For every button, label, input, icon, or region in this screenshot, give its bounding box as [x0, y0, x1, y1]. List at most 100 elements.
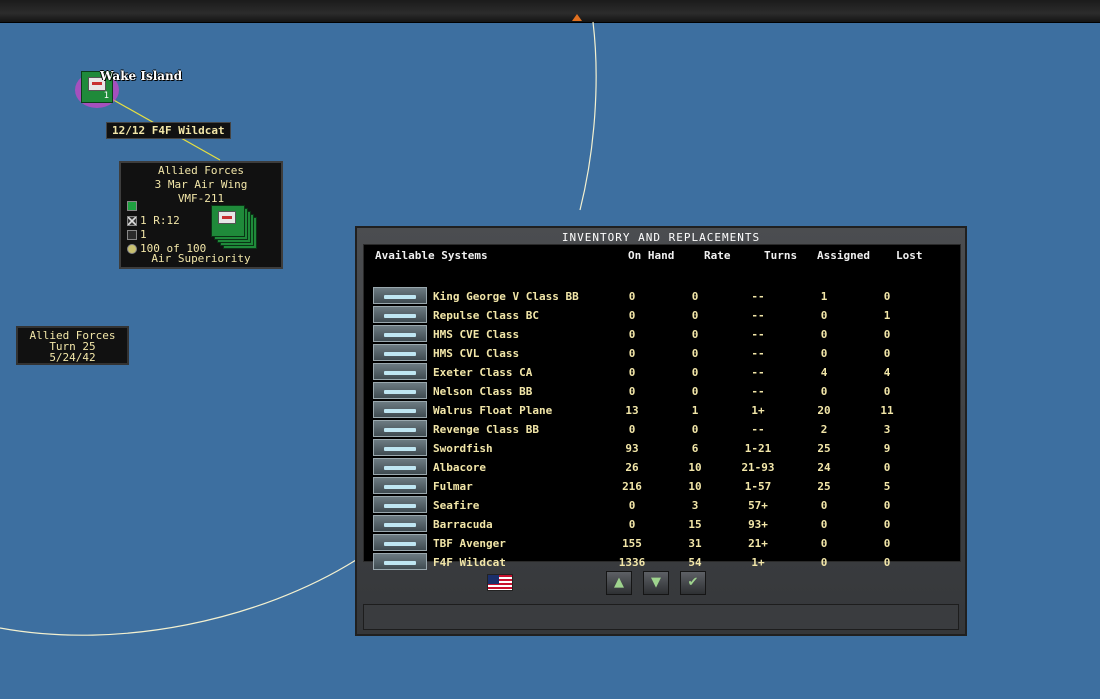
col-header-lost: Lost — [896, 249, 923, 262]
cell-assigned: 0 — [820, 385, 828, 398]
table-row[interactable]: TBF Avenger 155 31 21+ 0 0 — [364, 534, 960, 553]
ship-icon[interactable] — [373, 306, 427, 323]
table-row[interactable]: Nelson Class BB 0 0 -- 0 0 — [364, 382, 960, 401]
cell-rate: 0 — [691, 347, 699, 360]
cell-assigned: 2 — [820, 423, 828, 436]
ship-icon[interactable] — [373, 344, 427, 361]
cell-lost: 0 — [883, 518, 891, 531]
cell-on-hand: 0 — [628, 347, 636, 360]
cell-turns: 21+ — [748, 537, 768, 550]
cell-assigned: 0 — [820, 347, 828, 360]
unit-squadron: VMF-211 — [177, 192, 225, 205]
ship-icon[interactable] — [373, 420, 427, 437]
cell-assigned: 0 — [820, 537, 828, 550]
table-row[interactable]: HMS CVL Class 0 0 -- 0 0 — [364, 344, 960, 363]
plane-icon[interactable] — [373, 534, 427, 551]
cell-lost: 0 — [883, 461, 891, 474]
range-arc-left — [0, 559, 357, 636]
plane-icon[interactable] — [373, 439, 427, 456]
table-row[interactable]: Exeter Class CA 0 0 -- 4 4 — [364, 363, 960, 382]
base-aircraft-label: 12/12 F4F Wildcat — [106, 122, 231, 139]
plane-icon[interactable] — [373, 401, 427, 418]
table-row[interactable]: King George V Class BB 0 0 -- 1 0 — [364, 287, 960, 306]
cell-rate: 3 — [691, 499, 699, 512]
inventory-table: Available Systems On Hand Rate Turns Ass… — [363, 244, 961, 570]
cell-rate: 10 — [688, 461, 702, 474]
cell-turns: 1-21 — [744, 442, 772, 455]
cell-turns: -- — [751, 328, 765, 341]
cell-turns: -- — [751, 347, 765, 360]
status-icon — [127, 201, 137, 211]
turn-date: 5/24/42 — [49, 351, 96, 364]
ship-icon[interactable] — [373, 363, 427, 380]
table-row[interactable]: HMS CVE Class 0 0 -- 0 0 — [364, 325, 960, 344]
table-row[interactable]: Walrus Float Plane 13 1 1+ 20 11 — [364, 401, 960, 420]
ok-button[interactable]: ✔ — [680, 571, 706, 595]
cell-lost: 3 — [883, 423, 891, 436]
system-name: TBF Avenger — [433, 537, 506, 550]
cell-on-hand: 0 — [628, 290, 636, 303]
system-name: Repulse Class BC — [433, 309, 539, 322]
cell-assigned: 0 — [820, 309, 828, 322]
table-row[interactable]: Seafire 0 3 57+ 0 0 — [364, 496, 960, 515]
cell-on-hand: 0 — [628, 518, 636, 531]
table-row[interactable]: Swordfish 93 6 1-21 25 9 — [364, 439, 960, 458]
cell-lost: 0 — [883, 499, 891, 512]
cell-on-hand: 26 — [625, 461, 639, 474]
status-bar — [363, 604, 959, 630]
cell-assigned: 24 — [817, 461, 831, 474]
cell-lost: 0 — [883, 385, 891, 398]
ship-icon[interactable] — [373, 287, 427, 304]
table-row[interactable]: Albacore 26 10 21-93 24 0 — [364, 458, 960, 477]
inventory-dialog: INVENTORY AND REPLACEMENTS Available Sys… — [355, 226, 967, 636]
col-header-on-hand: On Hand — [628, 249, 675, 262]
unit-info-box[interactable]: Allied Forces 3 Mar Air Wing VMF-211 1 R… — [119, 161, 283, 269]
unit-row-1 — [127, 201, 137, 211]
col-header-assigned: Assigned — [817, 249, 870, 262]
cell-assigned: 20 — [817, 404, 831, 417]
ship-icon[interactable] — [373, 382, 427, 399]
unit-row-2: 1 R:12 — [127, 215, 180, 227]
table-row[interactable]: Repulse Class BC 0 0 -- 0 1 — [364, 306, 960, 325]
cell-assigned: 25 — [817, 480, 831, 493]
cell-on-hand: 155 — [622, 537, 642, 550]
base-unit-number: 1 — [103, 91, 109, 101]
cell-rate: 0 — [691, 366, 699, 379]
unit-supply: 1 — [140, 228, 147, 241]
unit-mission: Air Superiority — [151, 252, 251, 265]
unit-strength: 1 R:12 — [140, 214, 180, 227]
us-flag-icon[interactable] — [487, 574, 513, 591]
cell-assigned: 1 — [820, 290, 828, 303]
unit-row-3: 1 — [127, 229, 147, 241]
scroll-down-button[interactable]: ▼ — [643, 571, 669, 595]
table-row[interactable]: Fulmar 216 10 1-57 25 5 — [364, 477, 960, 496]
plane-icon[interactable] — [373, 496, 427, 513]
cell-lost: 9 — [883, 442, 891, 455]
cell-lost: 11 — [880, 404, 894, 417]
cell-turns: 57+ — [748, 499, 768, 512]
scroll-up-button[interactable]: ▲ — [606, 571, 632, 595]
table-row[interactable]: Barracuda 0 15 93+ 0 0 — [364, 515, 960, 534]
cell-rate: 0 — [691, 309, 699, 322]
cell-rate: 10 — [688, 480, 702, 493]
table-row[interactable]: Revenge Class BB 0 0 -- 2 3 — [364, 420, 960, 439]
system-name: Albacore — [433, 461, 486, 474]
plane-icon[interactable] — [373, 477, 427, 494]
cell-rate: 6 — [691, 442, 699, 455]
cell-rate: 0 — [691, 328, 699, 341]
system-name: Nelson Class BB — [433, 385, 533, 398]
plane-icon[interactable] — [373, 515, 427, 532]
cell-on-hand: 0 — [628, 328, 636, 341]
cell-on-hand: 0 — [628, 366, 636, 379]
plane-icon[interactable] — [373, 458, 427, 475]
cell-lost: 0 — [883, 537, 891, 550]
system-name: Walrus Float Plane — [433, 404, 553, 417]
system-name: Revenge Class BB — [433, 423, 539, 436]
unit-name: 3 Mar Air Wing — [154, 178, 248, 191]
system-name: King George V Class BB — [433, 290, 579, 303]
system-name: Seafire — [433, 499, 480, 512]
range-arc-top — [579, 21, 597, 211]
cell-rate: 0 — [691, 385, 699, 398]
unit-side: Allied Forces — [157, 164, 245, 177]
ship-icon[interactable] — [373, 325, 427, 342]
